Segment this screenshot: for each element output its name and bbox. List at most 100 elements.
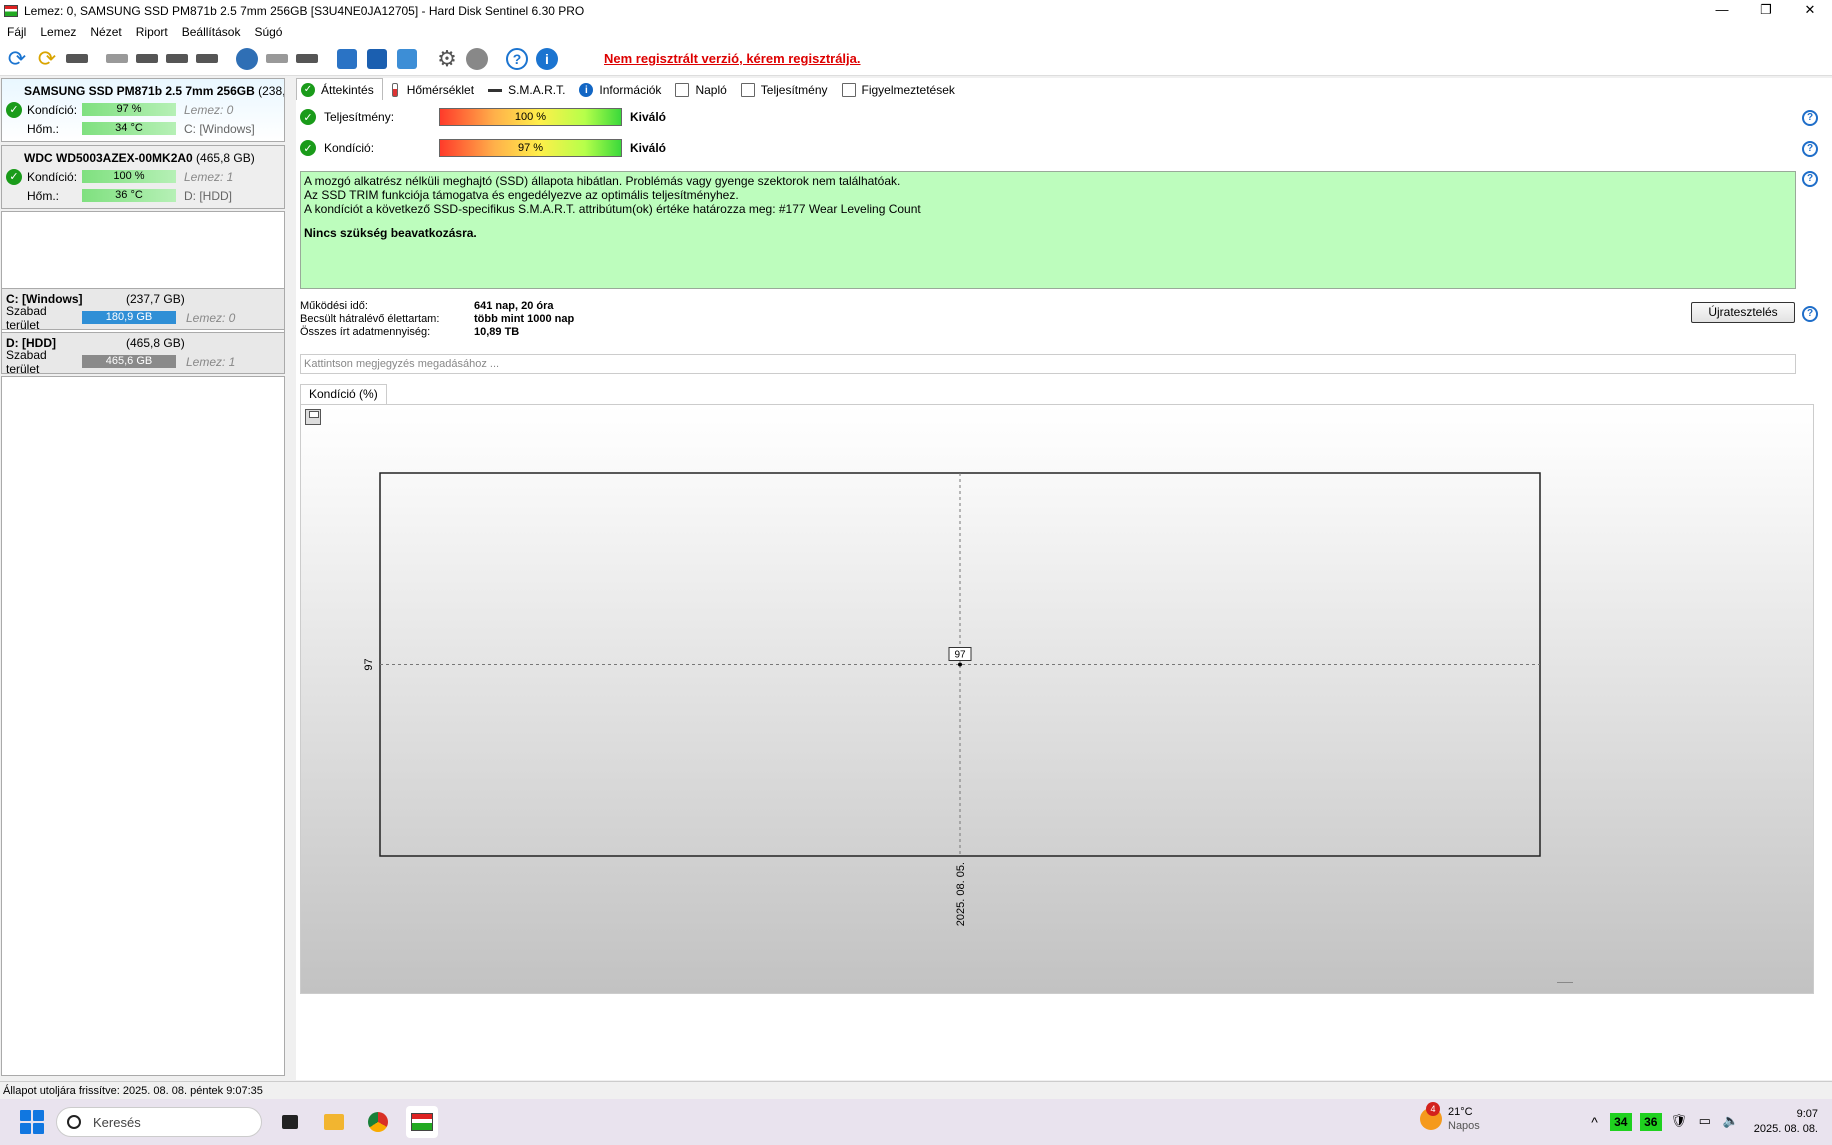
weather-widget[interactable]: 4 21°C Napos — [1420, 1102, 1480, 1133]
weather-desc: Napos — [1448, 1120, 1480, 1132]
chart-tab-health[interactable]: Kondíció (%) — [300, 384, 387, 404]
search-placeholder: Keresés — [93, 1114, 141, 1130]
windows-start-icon[interactable] — [20, 1110, 44, 1134]
disk-list-icon[interactable] — [64, 46, 90, 72]
unregistered-link[interactable]: Nem regisztrált verzió, kérem regisztrál… — [604, 51, 861, 66]
disk-index: Lemez: 1 — [186, 354, 236, 369]
check-icon: ✓ — [6, 168, 22, 185]
tab-label: Információk — [599, 83, 662, 97]
tab-label: S.M.A.R.T. — [508, 83, 566, 97]
menu-settings[interactable]: Beállítások — [175, 25, 248, 39]
sound-icon[interactable] — [464, 46, 490, 72]
clock-time: 9:07 — [1796, 1108, 1818, 1120]
disk-name: WDC WD5003AZEX-00MK2A0 — [24, 151, 193, 165]
info-key: Összes írt adatmennyiség: — [300, 326, 431, 338]
info-icon[interactable]: i — [534, 46, 560, 72]
taskbar-search[interactable]: Keresés — [56, 1107, 262, 1137]
status-line: A kondíciót a következő SSD-specifikus S… — [304, 202, 921, 216]
health-label: Kondíció: — [324, 141, 375, 155]
y-tick-label: 97 — [363, 658, 375, 670]
disk-index: Lemez: 0 — [186, 310, 236, 325]
tab-label: Teljesítmény — [760, 83, 828, 97]
minimize-button[interactable]: — — [1700, 0, 1744, 22]
tab-log[interactable]: Napló — [670, 80, 735, 100]
menu-disk[interactable]: Lemez — [33, 25, 83, 39]
backup-disk-icon[interactable] — [294, 46, 320, 72]
volume-size: (237,7 GB) — [126, 291, 185, 306]
temp-bar: 36 °C — [82, 189, 176, 202]
task-view-icon[interactable] — [274, 1106, 306, 1138]
chrome-icon[interactable] — [362, 1106, 394, 1138]
health-bar: 97 % — [439, 139, 622, 157]
menu-view[interactable]: Nézet — [83, 25, 128, 39]
status-line: Az SSD TRIM funkciója támogatva és enged… — [304, 188, 739, 202]
tab-label: Áttekintés — [321, 82, 374, 97]
clock-date: 2025. 08. 08. — [1753, 1123, 1818, 1135]
notes-input[interactable]: Kattintson megjegyzés megadásához ... — [300, 354, 1796, 374]
resize-grip — [1557, 982, 1573, 983]
hard-disk-sentinel-taskbar-icon[interactable] — [406, 1106, 438, 1138]
speaker-icon[interactable]: 🔈 — [1722, 1113, 1740, 1131]
disk-schedule-icon[interactable] — [134, 46, 160, 72]
menu-report[interactable]: Riport — [129, 25, 175, 39]
disk-entry-0[interactable]: SAMSUNG SSD PM871b 2.5 7mm 256GB (238,5 … — [1, 78, 285, 142]
taskbar: Keresés 4 21°C Napos ^ 34 36 🛡 ▭ 🔈 9:07 20… — [0, 1099, 1832, 1145]
network-icon[interactable]: ▭ — [1696, 1113, 1714, 1131]
disk-icon[interactable] — [104, 46, 130, 72]
tab-performance[interactable]: Teljesítmény — [736, 80, 837, 100]
tab-temperature[interactable]: Hőmérséklet — [383, 80, 483, 100]
file-explorer-icon[interactable] — [318, 1106, 350, 1138]
gear-icon[interactable]: ⚙ — [434, 46, 460, 72]
security-icon[interactable]: 🛡 — [1670, 1113, 1688, 1131]
tab-label: Hőmérséklet — [406, 83, 475, 97]
retest-button[interactable]: Újratesztelés — [1691, 302, 1795, 323]
tray-temp-disk1[interactable]: 36 — [1639, 1113, 1662, 1131]
tray-temp-disk0[interactable]: 34 — [1609, 1113, 1632, 1131]
tab-smart[interactable]: S.M.A.R.T. — [483, 80, 574, 100]
tab-information[interactable]: i Információk — [574, 80, 670, 100]
menu-file[interactable]: Fájl — [0, 25, 33, 39]
window-controls: — ❐ ✕ — [1700, 0, 1832, 22]
disk-entry-1[interactable]: WDC WD5003AZEX-00MK2A0 (465,8 GB) ✓ Kond… — [1, 145, 285, 209]
tab-overview[interactable]: ✓ Áttekintés — [296, 78, 383, 100]
health-label: Kondíció: — [27, 102, 78, 117]
help-icon[interactable]: ? — [1802, 171, 1818, 187]
report-icon[interactable] — [334, 46, 360, 72]
help-icon[interactable]: ? — [1802, 141, 1818, 157]
chevron-up-icon[interactable]: ^ — [1591, 1114, 1598, 1130]
network-disk-icon[interactable] — [264, 46, 290, 72]
web-report-icon[interactable] — [394, 46, 420, 72]
clock[interactable]: 9:07 2025. 08. 08. — [1754, 1107, 1818, 1137]
health-rating: Kiváló — [630, 141, 667, 155]
cloud-disk-icon[interactable] — [234, 46, 260, 72]
volume-entry-1[interactable]: D: [HDD] (465,8 GB) Szabad terület 465,6 G… — [1, 332, 285, 376]
right-panel: ✓ Áttekintés Hőmérséklet S.M.A.R.T. i Info… — [296, 78, 1832, 1080]
health-row: ✓ Kondíció: 97 % Kiváló — [300, 138, 666, 158]
help-icon[interactable]: ? — [1802, 306, 1818, 322]
info-value: 641 nap, 20 óra — [474, 300, 554, 312]
help-icon[interactable]: ? — [504, 46, 530, 72]
refresh-warning-icon[interactable]: ⟳ — [34, 46, 60, 72]
mail-icon[interactable] — [364, 46, 390, 72]
health-bar: 100 % — [82, 170, 176, 183]
tab-alerts[interactable]: Figyelmeztetések — [837, 80, 964, 100]
health-bar: 97 % — [82, 103, 176, 116]
help-icon[interactable]: ? — [1802, 110, 1818, 126]
document-icon — [675, 83, 690, 97]
volume-entry-0[interactable]: C: [Windows] (237,7 GB) Szabad terület 180… — [1, 288, 285, 332]
maximize-button[interactable]: ❐ — [1744, 0, 1788, 22]
free-space-label: Szabad terület — [6, 303, 47, 332]
disk-size: (238,5 GB) — [258, 84, 284, 98]
disk-test-icon[interactable] — [164, 46, 190, 72]
menu-help[interactable]: Súgó — [247, 25, 289, 39]
performance-rating: Kiváló — [630, 110, 667, 124]
disk-search-icon[interactable] — [194, 46, 220, 72]
temp-label: Hőm.: — [27, 121, 60, 136]
temp-bar: 34 °C — [82, 122, 176, 135]
app-icon — [4, 5, 18, 17]
status-line: A mozgó alkatrész nélküli meghajtó (SSD)… — [304, 174, 901, 188]
toolbar: ⟳ ⟳ ⚙ ? i Nem regisztrált verzió, kérem … — [0, 42, 1832, 76]
close-button[interactable]: ✕ — [1788, 0, 1832, 22]
refresh-icon[interactable]: ⟳ — [4, 46, 30, 72]
info-value: 10,89 TB — [474, 326, 520, 338]
